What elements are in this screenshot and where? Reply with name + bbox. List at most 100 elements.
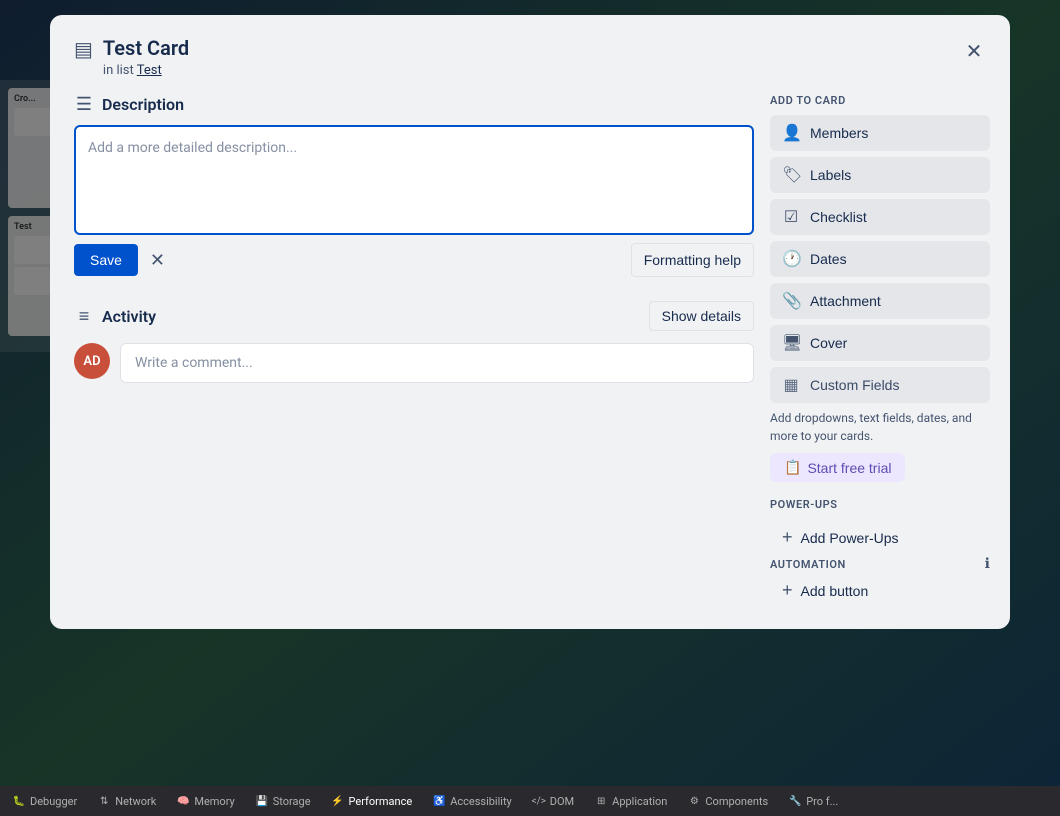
- checklist-button[interactable]: ☑ Checklist: [770, 199, 990, 235]
- devtools-tab-application[interactable]: ⊞ Application: [590, 792, 671, 810]
- card-type-icon: ▤: [74, 37, 93, 61]
- custom-fields-description: Add dropdowns, text fields, dates, and m…: [770, 409, 990, 445]
- modal-title-section: Test Card in list Test: [103, 35, 990, 78]
- accessibility-label: Accessibility: [450, 795, 512, 808]
- pro-icon: 🔧: [788, 794, 802, 808]
- activity-header-left: ≡ Activity: [74, 306, 156, 327]
- accessibility-icon: ♿: [432, 794, 446, 808]
- activity-icon: ≡: [74, 306, 94, 327]
- add-power-ups-label: Add Power-Ups: [801, 530, 899, 546]
- devtools-tab-dom[interactable]: </> DOM: [528, 792, 578, 810]
- activity-title: Activity: [102, 307, 156, 326]
- members-button[interactable]: 👤 Members: [770, 115, 990, 151]
- formatting-help-button[interactable]: Formatting help: [631, 243, 754, 277]
- automation-title: AUTOMATION: [770, 558, 846, 571]
- trial-icon: 📋: [784, 459, 801, 476]
- activity-header: ≡ Activity Show details: [74, 301, 754, 331]
- automation-info-icon[interactable]: ℹ: [985, 556, 990, 572]
- custom-fields-section: ▦ Custom Fields Add dropdowns, text fiel…: [770, 367, 990, 482]
- cancel-icon: ✕: [150, 250, 165, 271]
- devtools-tab-storage[interactable]: 💾 Storage: [251, 792, 315, 810]
- devtools-tab-debugger[interactable]: 🐛 Debugger: [8, 792, 81, 810]
- network-label: Network: [115, 795, 156, 808]
- activity-section: ≡ Activity Show details AD Write a comme…: [74, 301, 754, 383]
- card-modal: ▤ Test Card in list Test ✕ ☰ Description: [50, 15, 1010, 629]
- power-ups-section: POWER-UPS + Add Power-Ups: [770, 498, 990, 556]
- attachment-button[interactable]: 📎 Attachment: [770, 283, 990, 319]
- checklist-icon: ☑: [782, 207, 800, 227]
- dates-label: Dates: [810, 251, 847, 267]
- network-icon: ⇅: [97, 794, 111, 808]
- cover-button[interactable]: 🖥 Cover: [770, 325, 990, 361]
- dom-icon: </>: [532, 794, 546, 808]
- members-icon: 👤: [782, 123, 800, 143]
- debugger-icon: 🐛: [12, 794, 26, 808]
- add-button-label: Add button: [801, 583, 869, 599]
- cover-label: Cover: [810, 335, 847, 351]
- card-subtitle: in list Test: [103, 63, 990, 78]
- dom-label: DOM: [550, 795, 574, 808]
- application-icon: ⊞: [594, 794, 608, 808]
- custom-fields-label: Custom Fields: [810, 377, 899, 393]
- attachment-icon: 📎: [782, 291, 800, 311]
- storage-icon: 💾: [255, 794, 269, 808]
- devtools-tab-memory[interactable]: 🧠 Memory: [172, 792, 238, 810]
- modal-body: ☰ Description Add a more detailed descri…: [74, 94, 990, 609]
- plus-icon-automation: +: [782, 580, 793, 601]
- performance-label: Performance: [349, 795, 413, 808]
- show-details-button[interactable]: Show details: [649, 301, 754, 331]
- subtitle-prefix: in list: [103, 63, 134, 78]
- devtools-tab-network[interactable]: ⇅ Network: [93, 792, 160, 810]
- devtools-bar: 🐛 Debugger ⇅ Network 🧠 Memory 💾 Storage …: [0, 786, 1060, 816]
- cover-icon: 🖥: [782, 333, 800, 353]
- automation-header: AUTOMATION ℹ: [770, 556, 990, 572]
- labels-icon: 🏷: [782, 165, 800, 185]
- comment-input[interactable]: Write a comment...: [120, 343, 754, 383]
- storage-label: Storage: [273, 795, 311, 808]
- description-placeholder: Add a more detailed description...: [88, 140, 297, 156]
- checklist-label: Checklist: [810, 209, 867, 225]
- labels-button[interactable]: 🏷 Labels: [770, 157, 990, 193]
- dates-icon: 🕐: [782, 249, 800, 269]
- comment-placeholder: Write a comment...: [135, 355, 253, 371]
- debugger-label: Debugger: [30, 795, 77, 808]
- pro-label: Pro f...: [806, 795, 838, 808]
- devtools-tab-accessibility[interactable]: ♿ Accessibility: [428, 792, 516, 810]
- user-avatar: AD: [74, 343, 110, 379]
- description-title: Description: [102, 95, 184, 114]
- modal-overlay: ▤ Test Card in list Test ✕ ☰ Description: [0, 0, 1060, 790]
- components-icon: ⚙: [687, 794, 701, 808]
- card-title: Test Card: [103, 35, 990, 61]
- performance-icon: ⚡: [331, 794, 345, 808]
- modal-main: ☰ Description Add a more detailed descri…: [74, 94, 754, 609]
- add-button-automation[interactable]: + Add button: [770, 572, 990, 609]
- close-button[interactable]: ✕: [958, 35, 990, 67]
- description-icon: ☰: [74, 94, 94, 115]
- add-to-card-title: ADD TO CARD: [770, 94, 990, 107]
- dates-button[interactable]: 🕐 Dates: [770, 241, 990, 277]
- members-label: Members: [810, 125, 868, 141]
- custom-fields-icon: ▦: [782, 375, 800, 395]
- add-power-ups-button[interactable]: + Add Power-Ups: [770, 519, 990, 556]
- memory-label: Memory: [194, 795, 234, 808]
- components-label: Components: [705, 795, 768, 808]
- start-trial-button[interactable]: 📋 Start free trial: [770, 453, 905, 482]
- devtools-tab-performance[interactable]: ⚡ Performance: [327, 792, 417, 810]
- memory-icon: 🧠: [176, 794, 190, 808]
- attachment-label: Attachment: [810, 293, 881, 309]
- comment-row: AD Write a comment...: [74, 343, 754, 383]
- power-ups-title: POWER-UPS: [770, 498, 990, 511]
- trial-label: Start free trial: [807, 460, 891, 476]
- labels-label: Labels: [810, 167, 851, 183]
- cancel-button[interactable]: ✕: [146, 246, 169, 275]
- plus-icon-powerups: +: [782, 527, 793, 548]
- description-textarea[interactable]: Add a more detailed description...: [74, 125, 754, 235]
- custom-fields-button[interactable]: ▦ Custom Fields: [770, 367, 990, 403]
- save-button[interactable]: Save: [74, 244, 138, 276]
- description-section-header: ☰ Description: [74, 94, 754, 115]
- modal-sidebar: ADD TO CARD 👤 Members 🏷 Labels ☑ Checkli…: [770, 94, 990, 609]
- list-link[interactable]: Test: [137, 63, 162, 78]
- devtools-tab-components[interactable]: ⚙ Components: [683, 792, 772, 810]
- application-label: Application: [612, 795, 667, 808]
- devtools-tab-pro[interactable]: 🔧 Pro f...: [784, 792, 842, 810]
